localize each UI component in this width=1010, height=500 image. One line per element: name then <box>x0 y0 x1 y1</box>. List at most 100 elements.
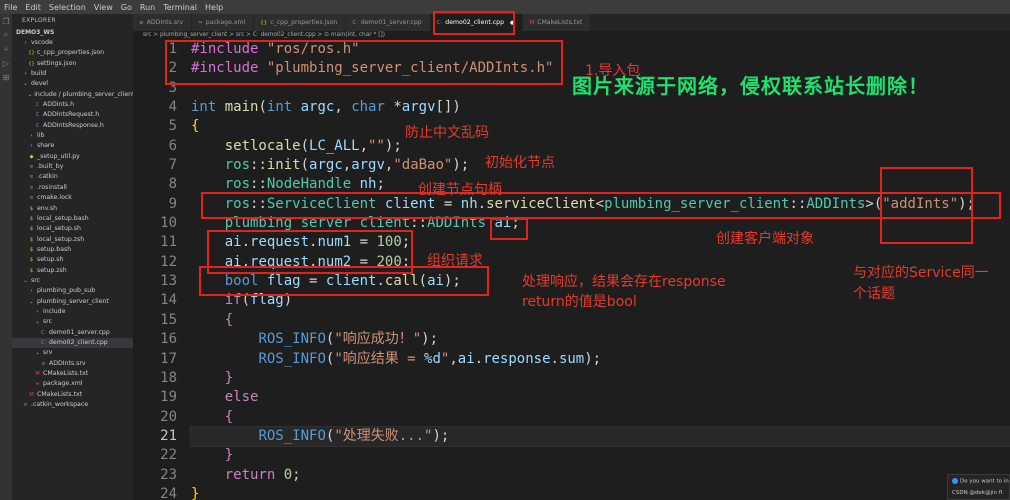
tree-folder[interactable]: › include <box>12 307 133 317</box>
tree-file[interactable]: $ local_setup.zsh <box>12 235 133 245</box>
tab-label: package.xml <box>205 19 246 26</box>
tree-file[interactable]: C ADDInts.h <box>12 100 133 110</box>
code-line[interactable]: int main(int argc, char *argv[]) <box>191 98 1010 117</box>
tree-file[interactable]: $ env.sh <box>12 204 133 214</box>
code-token: ( <box>258 99 267 116</box>
tree-file[interactable]: $ setup.zsh <box>12 266 133 276</box>
line-number: 13 <box>160 273 177 290</box>
workspace-root[interactable]: DEMO3_WS <box>12 28 133 38</box>
tree-item-label: src <box>31 276 41 284</box>
menu-edit[interactable]: Edit <box>21 3 45 12</box>
code-token: ROS_INFO <box>258 427 326 444</box>
code-line[interactable]: { <box>191 408 1010 427</box>
tree-file[interactable]: $ setup.bash <box>12 245 133 255</box>
tree-file[interactable]: M CMakeLists.txt <box>12 369 133 379</box>
line-number: 10 <box>160 215 177 232</box>
code-token: sum <box>558 350 585 367</box>
extensions-icon[interactable]: ⊞ <box>0 70 12 84</box>
tree-file[interactable]: ≡ .catkin <box>12 172 133 182</box>
cpp-file-icon: C· <box>40 329 47 336</box>
menu-go[interactable]: Go <box>117 3 136 12</box>
tree-file[interactable]: {} settings.json <box>12 59 133 69</box>
menu-view[interactable]: View <box>90 3 117 12</box>
editor-tab[interactable]: M CMakeLists.txt <box>523 14 592 31</box>
tree-folder[interactable]: ⌄ devel <box>12 79 133 89</box>
tree-file[interactable]: C ADDIntsResponse.h <box>12 121 133 131</box>
annotation-response-1: 处理响应，结果会存在response <box>522 274 726 290</box>
menu-run[interactable]: Run <box>136 3 159 12</box>
code-line[interactable]: } <box>191 446 1010 465</box>
notification-toast[interactable]: Do you want to in CSDN @dek@jin fl <box>947 474 1010 500</box>
tree-item-label: demo01_server.cpp <box>49 328 110 336</box>
search-icon[interactable]: ⌕ <box>0 28 12 42</box>
code-token: } <box>224 447 234 464</box>
code-line[interactable]: return 0; <box>191 466 1010 485</box>
line-number: 21 <box>160 427 177 444</box>
editor-tab[interactable]: C· demo01_server.cpp <box>346 14 431 31</box>
editor-tab[interactable]: ≈ package.xml <box>192 14 255 31</box>
tree-file[interactable]: $ local_setup.sh <box>12 224 133 234</box>
code-line[interactable]: } <box>191 485 1010 500</box>
tree-file[interactable]: {} c_cpp_properties.json <box>12 48 133 58</box>
code-token: init <box>266 157 301 174</box>
tree-folder[interactable]: ⌄ srv <box>12 348 133 358</box>
menu-help[interactable]: Help <box>201 3 227 12</box>
tree-folder[interactable]: › plumbing_pub_sub <box>12 286 133 296</box>
code-token: nh <box>359 176 377 193</box>
h-file-icon: C <box>35 102 40 109</box>
explorer-title: EXPLORER <box>22 17 56 24</box>
editor-tab[interactable]: {} c_cpp_properties.json <box>254 14 347 31</box>
tree-folder[interactable]: ⌄ src <box>12 317 133 327</box>
tree-folder[interactable]: ⌄ src <box>12 276 133 286</box>
tree-folder[interactable]: › share <box>12 141 133 151</box>
tree-item-label: cmake.lock <box>37 194 72 202</box>
tree-file[interactable]: ≡ ADDInts.srv <box>12 359 133 369</box>
breadcrumb[interactable]: src > plumbing_server_client > src > C· … <box>133 31 1010 40</box>
code-line[interactable]: { <box>191 311 1010 330</box>
code-line[interactable]: } <box>191 369 1010 388</box>
tree-file[interactable]: C· demo01_server.cpp <box>12 328 133 338</box>
tree-folder[interactable]: › vscode <box>12 38 133 48</box>
tab-label: CMakeLists.txt <box>537 19 583 26</box>
source-control-icon[interactable]: ⑂ <box>0 42 12 56</box>
editor-tab[interactable]: ≡ ADDInts.srv <box>133 14 193 31</box>
tree-folder[interactable]: ⌄ plumbing_server_client <box>12 297 133 307</box>
code-token: * <box>384 99 402 116</box>
tree-item-label: package.xml <box>43 380 83 388</box>
tree-file[interactable]: ≡ .built_by <box>12 162 133 172</box>
tree-file[interactable]: ≡ .rosinstall <box>12 183 133 193</box>
annotation-setlocale: 防止中文乱码 <box>405 125 489 141</box>
code-line[interactable]: ROS_INFO("响应成功！"); <box>191 330 1010 349</box>
tree-file[interactable]: C ADDIntsRequest.h <box>12 110 133 120</box>
code-line[interactable]: ROS_INFO("处理失败..."); <box>190 425 1010 448</box>
code-line[interactable]: ROS_INFO("响应结果 = %d",ai.response.sum); <box>191 350 1010 369</box>
menu-file[interactable]: File <box>0 3 21 12</box>
code-line[interactable]: { <box>191 117 1010 136</box>
code-editor[interactable]: 1 2 3 4 5 6 7 8 9 10 11 12 13 14 15 16 17 18 19 20 21 22 23 24 … <box>133 40 1010 500</box>
tree-file[interactable]: $ local_setup.bash <box>12 214 133 224</box>
tree-file[interactable]: ≈ package.xml <box>12 379 133 389</box>
menu-selection[interactable]: Selection <box>45 3 90 12</box>
line-number-gutter: 1 2 3 4 5 6 7 8 9 10 11 12 13 14 15 16 17 18 19 20 21 22 23 24 <box>133 40 185 500</box>
tree-file[interactable]: C· demo02_client.cpp <box>12 337 133 349</box>
run-debug-icon[interactable]: ▷ <box>0 56 12 70</box>
chevron-icon: ⌄ <box>23 277 28 284</box>
tree-folder[interactable]: › build <box>12 69 133 79</box>
line-number: 14 <box>160 292 177 309</box>
tree-folder[interactable]: › lib <box>12 131 133 141</box>
tree-file[interactable]: M CMakeLists.txt <box>12 390 133 400</box>
code-token: { <box>224 311 234 328</box>
tree-file[interactable]: ≡ .catkin_workspace <box>12 400 133 410</box>
files-icon[interactable]: ❐ <box>0 14 12 28</box>
tree-file[interactable]: ≡ cmake.lock <box>12 193 133 203</box>
chevron-icon: ⌄ <box>29 298 34 305</box>
code-token: LC_ALL <box>309 137 360 154</box>
tree-file[interactable]: $ setup.sh <box>12 255 133 265</box>
tree-folder[interactable]: ⌄ include / plumbing_server_client <box>12 90 133 100</box>
code-line[interactable]: else <box>191 388 1010 407</box>
tree-file[interactable]: ◆ _setup_util.py <box>12 152 133 162</box>
menu-terminal[interactable]: Terminal <box>159 3 201 12</box>
code-line[interactable]: setlocale(LC_ALL,""); <box>191 137 1010 156</box>
